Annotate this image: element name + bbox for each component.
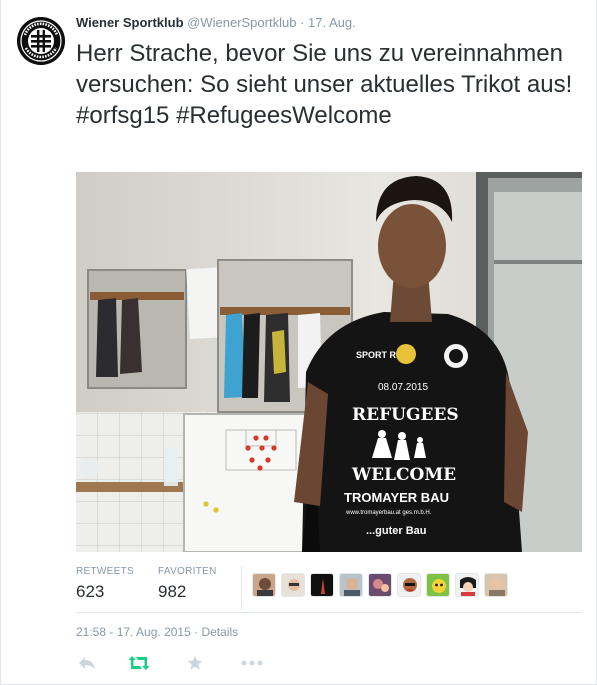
shirt-line-1: REFUGEES [352,405,459,425]
favoriter-avatar[interactable] [310,573,334,597]
wiener-sportklub-logo [17,17,65,65]
more-icon [241,660,263,666]
tweet-body: Herr Strache, bevor Sie uns zu vereinnah… [76,40,573,98]
favoriter-avatar[interactable] [339,573,363,597]
favorite-icon [187,655,203,670]
reply-icon [79,657,95,669]
tweet-card: Wiener Sportklub @WienerSportklub · 17. … [0,0,597,685]
favoriter-avatar[interactable] [397,573,421,597]
photo-illustration: SPORT RISS 08.07.2015 REFUGEES WELCOME T… [76,172,582,552]
header-separator: · [300,15,305,30]
author-name[interactable]: Wiener Sportklub [76,15,184,30]
favoriter-avatar[interactable] [252,573,276,597]
favoriter-avatar[interactable] [281,573,305,597]
favorite-button[interactable] [184,652,206,674]
retweets-label: RETWEETS [76,566,134,577]
retweets-stat[interactable]: RETWEETS 623 [76,566,134,602]
author-handle[interactable]: @WienerSportklub [187,15,296,30]
stats-divider [241,566,242,610]
meta-separator: · [194,625,199,639]
shirt-date: 08.07.2015 [378,382,428,393]
favoriter-avatar[interactable] [455,573,479,597]
more-button[interactable] [240,652,264,674]
favorites-count: 982 [158,582,187,601]
favoriter-avatar[interactable] [484,573,508,597]
favorites-stat[interactable]: FAVORITEN 982 [158,566,217,602]
tweet-text: Herr Strache, bevor Sie uns zu vereinnah… [76,38,576,131]
tweet-date[interactable]: 17. Aug. [308,15,356,30]
retweets-count: 623 [76,582,105,601]
shirt-line-2: WELCOME [351,465,456,485]
reply-button[interactable] [76,652,98,674]
tweet-stats: RETWEETS 623 FAVORITEN 982 [76,566,582,612]
hashtag-refugeeswelcome[interactable]: #RefugeesWelcome [176,102,392,129]
details-link[interactable]: Details [201,625,238,639]
tweet-photo[interactable]: SPORT RISS 08.07.2015 REFUGEES WELCOME T… [76,172,582,552]
tweet-header: Wiener Sportklub @WienerSportklub · 17. … [76,15,356,30]
tweet-timestamp: 21:58 - 17. Aug. 2015 [76,625,191,639]
hashtag-orfsg15[interactable]: #orfsg15 [76,102,169,129]
shirt-sponsor-2-url: www.tromayerbau.at ges.m.b.H. [345,510,432,516]
stats-bottom-divider [76,612,582,613]
favoriter-avatar[interactable] [426,573,450,597]
author-avatar[interactable] [17,17,65,65]
retweet-icon [128,656,150,670]
shirt-slogan: ...guter Bau [366,525,427,537]
shirt-sponsor-2: TROMAYER BAU [344,490,449,505]
favoriter-avatar[interactable] [368,573,392,597]
favorites-label: FAVORITEN [158,566,217,577]
retweet-button[interactable] [128,652,150,674]
tweet-meta: 21:58 - 17. Aug. 2015 · Details [76,625,238,639]
tweet-actions [76,652,336,674]
